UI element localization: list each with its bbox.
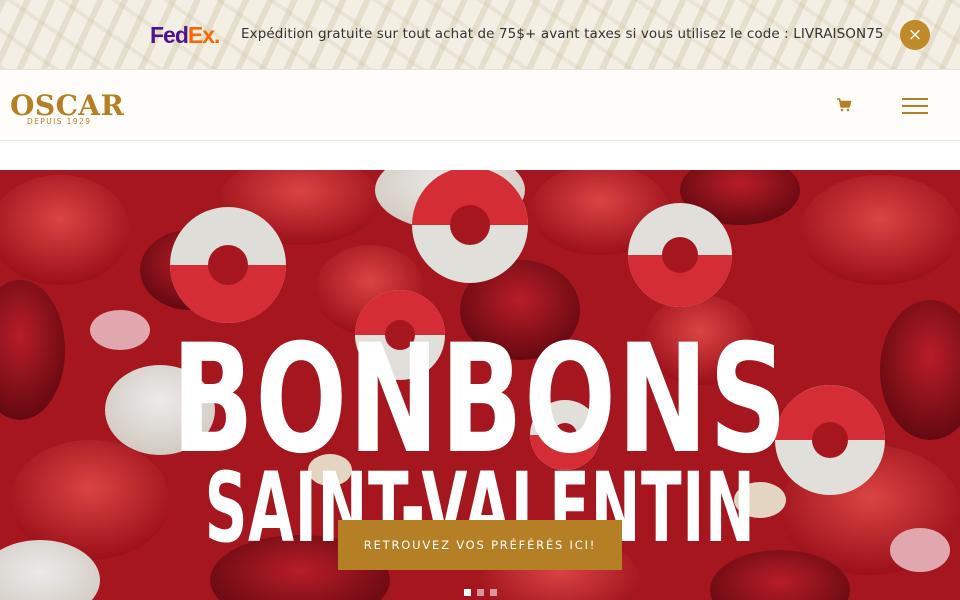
- hamburger-menu-icon[interactable]: [902, 98, 928, 116]
- fedex-logo-ex: Ex.: [187, 22, 221, 48]
- promo-message: Expédition gratuite sur tout achat de 75…: [241, 26, 884, 42]
- site-header: OSCAR DEPUIS 1929: [0, 70, 960, 141]
- hero-slider: BONBONS SAINT-VALENTIN RETROUVEZ VOS PRÉ…: [0, 170, 960, 600]
- fedex-logo-fed: Fed: [150, 22, 189, 48]
- cart-icon[interactable]: [836, 97, 852, 113]
- slider-pagination: [464, 581, 503, 596]
- slider-dot-3[interactable]: [490, 589, 497, 596]
- slider-dot-2[interactable]: [477, 589, 484, 596]
- promo-banner: FedEx. Expédition gratuite sur tout acha…: [0, 0, 960, 70]
- shop-favorites-button[interactable]: RETROUVEZ VOS PRÉFÉRÉS ICI!: [338, 520, 622, 570]
- close-banner-button[interactable]: ×: [900, 20, 930, 50]
- brand-tagline: DEPUIS 1929: [27, 117, 92, 126]
- fedex-logo: FedEx.: [150, 22, 221, 49]
- slider-dot-1[interactable]: [464, 589, 471, 596]
